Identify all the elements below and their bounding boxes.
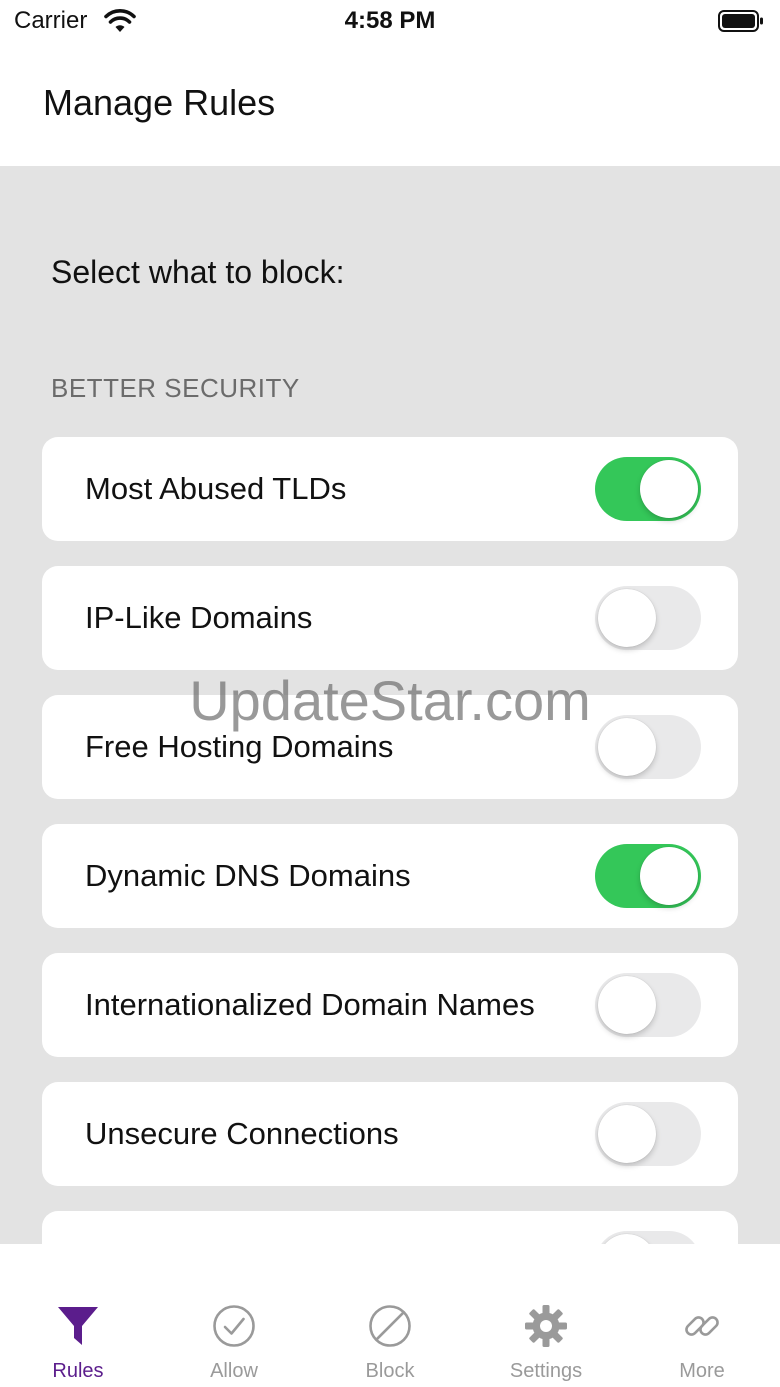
battery-icon [718, 10, 763, 32]
dynamic-dns-domains-toggle[interactable] [595, 844, 701, 908]
tab-more[interactable]: More [624, 1285, 780, 1387]
rule-label: Dynamic DNS Domains [85, 858, 411, 893]
toggle-knob [598, 1105, 656, 1163]
tab-bar: Rules Allow Block Settings More [0, 1285, 780, 1387]
rule-row-most-abused-tlds: Most Abused TLDs [42, 437, 738, 541]
rule-row-unsecure-connections: Unsecure Connections [42, 1082, 738, 1186]
rule-label: Internationalized Domain Names [85, 987, 535, 1022]
rules-content[interactable]: Select what to block: BETTER SECURITY Mo… [0, 166, 780, 1244]
page-title: Manage Rules [43, 82, 276, 123]
rule-row-internationalized-domain-names: Internationalized Domain Names [42, 953, 738, 1057]
toggle-knob [598, 1234, 656, 1244]
tab-label: Allow [210, 1360, 258, 1382]
rule-label: Most Abused TLDs [85, 471, 347, 506]
tab-label: More [679, 1360, 725, 1382]
tab-label: Settings [509, 1360, 583, 1382]
status-bar: Carrier 4:58 PM [0, 0, 780, 44]
tab-label: Block [365, 1360, 415, 1382]
tab-settings[interactable]: Settings [468, 1285, 624, 1387]
block-prompt: Select what to block: [51, 254, 345, 290]
unsecure-connections-toggle[interactable] [595, 1102, 701, 1166]
navigation-bar: Manage Rules [0, 44, 780, 166]
toggle-knob [598, 976, 656, 1034]
toggle-knob [598, 718, 656, 776]
toggle-knob [598, 589, 656, 647]
clock: 4:58 PM [344, 7, 436, 34]
rule-label: IP-Like Domains [85, 600, 313, 635]
partial-rule-toggle[interactable] [595, 1231, 701, 1244]
rule-row-free-hosting-domains: Free Hosting Domains [42, 695, 738, 799]
internationalized-domain-names-toggle[interactable] [595, 973, 701, 1037]
tab-rules[interactable]: Rules [0, 1285, 156, 1387]
tab-label: Rules [52, 1360, 104, 1382]
prohibited-icon [369, 1305, 411, 1347]
rule-label: Unsecure Connections [85, 1116, 399, 1151]
free-hosting-domains-toggle[interactable] [595, 715, 701, 779]
rule-row-partial [42, 1211, 738, 1244]
rule-row-ip-like-domains: IP-Like Domains [42, 566, 738, 670]
rule-row-dynamic-dns-domains: Dynamic DNS Domains [42, 824, 738, 928]
toggle-knob [640, 847, 698, 905]
checkmark-circle-icon [213, 1305, 255, 1347]
rule-label: Free Hosting Domains [85, 729, 394, 764]
funnel-icon [58, 1307, 98, 1345]
gear-icon [525, 1305, 567, 1347]
link-icon [685, 1316, 719, 1336]
section-header-better-security: BETTER SECURITY [51, 373, 300, 403]
tab-allow[interactable]: Allow [156, 1285, 312, 1387]
ip-like-domains-toggle[interactable] [595, 586, 701, 650]
toggle-knob [640, 460, 698, 518]
tab-block[interactable]: Block [312, 1285, 468, 1387]
most-abused-tlds-toggle[interactable] [595, 457, 701, 521]
